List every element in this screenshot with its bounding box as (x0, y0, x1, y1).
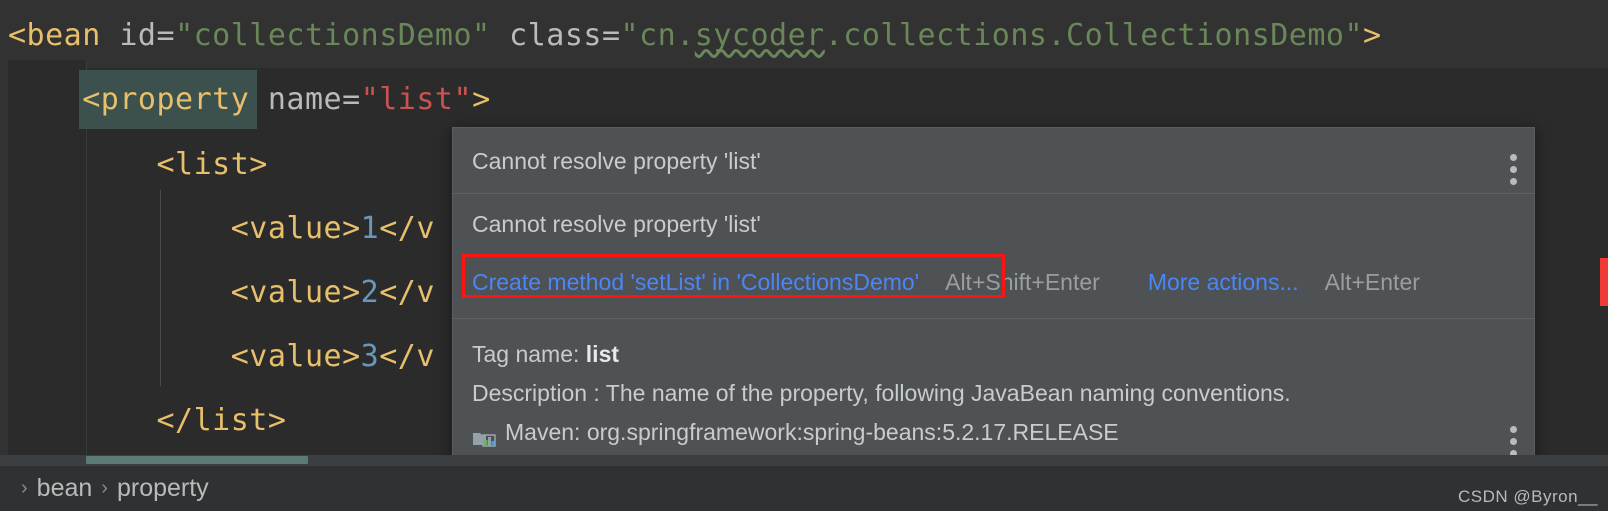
code-line-property[interactable]: <property name="list"> (8, 68, 491, 132)
doc-description-line: Description : The name of the property, … (472, 380, 1291, 406)
code-token: <property (8, 82, 268, 117)
intention-actions-row: Create method 'setList' in 'CollectionsD… (453, 254, 1534, 310)
doc-maven-text: Maven: org.springframework:spring-beans:… (505, 419, 1119, 445)
code-line-bean[interactable]: <bean id="collectionsDemo" class="cn.syc… (8, 4, 1382, 68)
documentation-section: Tag name: list Description : The name of… (453, 319, 1534, 452)
create-method-shortcut: Alt+Shift+Enter (945, 268, 1100, 295)
more-actions-shortcut: Alt+Enter (1324, 268, 1420, 295)
code-token: "collectionsDemo" (175, 18, 491, 53)
code-token: "cn. (620, 18, 695, 53)
breadcrumb-item-bean[interactable]: bean (37, 474, 93, 503)
code-token: "list" (360, 82, 473, 117)
code-line-list-close[interactable]: </list> (8, 389, 286, 453)
code-token: 3 (360, 339, 380, 374)
code-token: <value> (8, 339, 361, 374)
code-token: > (1363, 18, 1382, 53)
code-line-value-2[interactable]: <value>2</v (8, 261, 435, 325)
code-token: <list> (8, 147, 268, 182)
doc-tag-name-line: Tag name: list (472, 335, 1534, 374)
code-token: 2 (360, 275, 380, 310)
code-token: class= (490, 18, 621, 53)
code-token: > (472, 82, 491, 117)
code-token: 1 (360, 211, 380, 246)
chevron-right-icon: › (21, 477, 28, 499)
code-token: </v (379, 339, 435, 374)
code-token: name= (267, 82, 361, 117)
create-method-action[interactable]: Create method 'setList' in 'CollectionsD… (472, 269, 919, 296)
breadcrumb-item-property[interactable]: property (117, 474, 209, 503)
intention-action-popup[interactable]: Cannot resolve property 'list' Cannot re… (452, 127, 1535, 480)
doc-tag-name-value: list (585, 341, 620, 367)
more-actions-link[interactable]: More actions... (1148, 269, 1299, 296)
code-token: .collections.CollectionsDemo" (824, 18, 1364, 53)
code-token: sycoder (694, 18, 825, 53)
ide-editor-screenshot: <bean id="collectionsDemo" class="cn.syc… (0, 0, 1608, 511)
maven-bar-chart-icon (472, 422, 496, 447)
error-stripe-marker[interactable] (1600, 258, 1608, 306)
csdn-watermark: CSDN @Byron__ (1458, 487, 1598, 506)
code-token: </v (379, 211, 435, 246)
code-token: <value> (8, 211, 361, 246)
horizontal-scrollbar-thumb[interactable] (86, 456, 308, 464)
code-token: <bean (8, 18, 120, 53)
code-line-value-3[interactable]: <value>3</v (8, 325, 435, 389)
code-token: id= (119, 18, 176, 53)
doc-maven-line: Maven: org.springframework:spring-beans:… (472, 413, 1534, 452)
code-token: <value> (8, 275, 361, 310)
inspection-message-secondary: Cannot resolve property 'list' (472, 211, 761, 237)
more-options-vertical-icon-bottom[interactable] (1510, 426, 1517, 457)
more-options-vertical-icon-top[interactable] (1510, 154, 1517, 185)
editor-gutter (0, 0, 8, 511)
breadcrumb: › bean › property (0, 466, 1608, 511)
doc-tag-name-label: Tag name: (472, 341, 580, 367)
code-token: </list> (8, 403, 287, 438)
chevron-right-icon: › (101, 477, 108, 499)
inspection-message-primary: Cannot resolve property 'list' (453, 128, 1534, 194)
code-token: </v (379, 275, 435, 310)
code-line-list-open[interactable]: <list> (8, 133, 268, 197)
code-line-value-1[interactable]: <value>1</v (8, 197, 435, 261)
